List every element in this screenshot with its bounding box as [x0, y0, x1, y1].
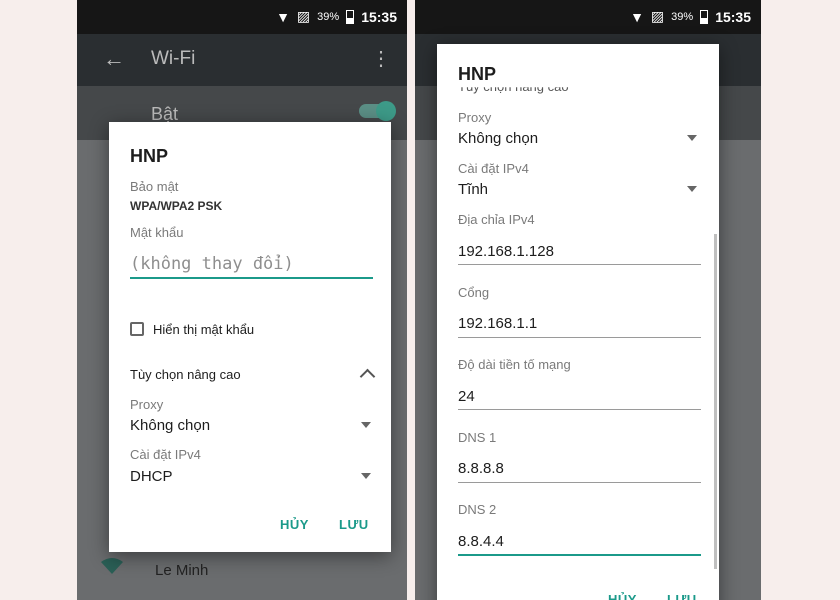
- phone-screen-right: ▼ ▨ 39% 15:35 Tùy chọn nâng cao HNP Prox…: [415, 0, 761, 600]
- security-label: Bảo mật: [130, 179, 179, 194]
- dropdown-arrow-icon[interactable]: [361, 422, 371, 428]
- ip-address-label: Địa chỉa IPv4: [458, 212, 535, 227]
- ip-address-input[interactable]: 192.168.1.128: [458, 243, 554, 260]
- prefix-length-label: Độ dài tiền tố mạng: [458, 357, 571, 372]
- dns2-label: DNS 2: [458, 502, 497, 517]
- battery-icon: [346, 9, 355, 24]
- wifi-switch[interactable]: [359, 101, 396, 121]
- dropdown-arrow-icon[interactable]: [687, 186, 697, 192]
- battery-icon: [700, 9, 709, 24]
- clock: 15:35: [715, 8, 751, 25]
- password-label: Mật khẩu: [130, 225, 184, 240]
- field-underline-focused: [458, 554, 701, 556]
- save-button[interactable]: LƯU: [339, 517, 369, 532]
- status-bar: ▼ ▨ 39% 15:35: [77, 0, 407, 34]
- wifi-dialog: HNP Bảo mật WPA/WPA2 PSK Mật khẩu (không…: [109, 122, 391, 552]
- scrollbar[interactable]: [714, 234, 717, 569]
- cancel-button[interactable]: HỦY: [608, 592, 637, 600]
- dns1-input[interactable]: 8.8.8.8: [458, 460, 504, 477]
- wifi-status-icon: ▼: [630, 8, 644, 25]
- dialog-title: HNP: [458, 64, 503, 85]
- ipv4-select[interactable]: Tĩnh: [458, 181, 488, 198]
- clock: 15:35: [361, 8, 397, 25]
- more-options-icon[interactable]: ⋮: [371, 46, 391, 71]
- network-name[interactable]: Le Minh: [155, 562, 208, 579]
- show-password-checkbox[interactable]: [130, 322, 144, 336]
- wifi-signal-icon: [101, 558, 123, 574]
- status-bar: ▼ ▨ 39% 15:35: [415, 0, 761, 34]
- wifi-dialog: Tùy chọn nâng cao HNP Proxy Không chọn C…: [437, 44, 719, 600]
- save-button[interactable]: LƯU: [667, 592, 697, 600]
- password-input[interactable]: (không thay đổi): [130, 254, 294, 274]
- field-underline: [458, 264, 701, 265]
- proxy-label: Proxy: [130, 397, 164, 412]
- security-value: WPA/WPA2 PSK: [130, 199, 223, 213]
- advanced-options-label[interactable]: Tùy chọn nâng cao: [130, 367, 241, 382]
- page-title: Wi-Fi: [151, 48, 196, 69]
- gateway-input[interactable]: 192.168.1.1: [458, 315, 537, 332]
- ipv4-settings-label: Cài đặt IPv4: [458, 161, 529, 176]
- back-arrow-icon[interactable]: ←: [103, 46, 125, 72]
- show-password-label: Hiển thị mật khẩu: [153, 322, 255, 337]
- proxy-select[interactable]: Không chọn: [458, 130, 538, 147]
- wifi-status-icon: ▼: [276, 8, 290, 25]
- dropdown-arrow-icon[interactable]: [687, 135, 697, 141]
- field-underline: [458, 482, 701, 483]
- chevron-up-icon[interactable]: [359, 368, 376, 385]
- no-sim-icon: ▨: [296, 8, 311, 24]
- ipv4-select[interactable]: DHCP: [130, 468, 173, 485]
- battery-percent: 39%: [317, 10, 340, 23]
- dialog-title: HNP: [130, 146, 169, 166]
- field-underline: [458, 337, 701, 338]
- battery-percent: 39%: [671, 10, 694, 23]
- dropdown-arrow-icon[interactable]: [361, 473, 371, 479]
- cancel-button[interactable]: HỦY: [280, 517, 309, 532]
- app-bar: ← Wi-Fi ⋮: [77, 34, 407, 86]
- no-sim-icon: ▨: [650, 8, 665, 24]
- prefix-length-input[interactable]: 24: [458, 388, 475, 405]
- password-underline: [130, 277, 373, 279]
- ipv4-settings-label: Cài đặt IPv4: [130, 447, 201, 462]
- dns2-input[interactable]: 8.8.4.4: [458, 533, 504, 550]
- proxy-label: Proxy: [458, 110, 492, 125]
- dns1-label: DNS 1: [458, 430, 497, 445]
- field-underline: [458, 409, 701, 410]
- phone-screen-left: ▼ ▨ 39% 15:35 ← Wi-Fi ⋮ Bật Le Minh HNP …: [77, 0, 407, 600]
- proxy-select[interactable]: Không chọn: [130, 417, 210, 434]
- gateway-label: Cổng: [458, 285, 490, 300]
